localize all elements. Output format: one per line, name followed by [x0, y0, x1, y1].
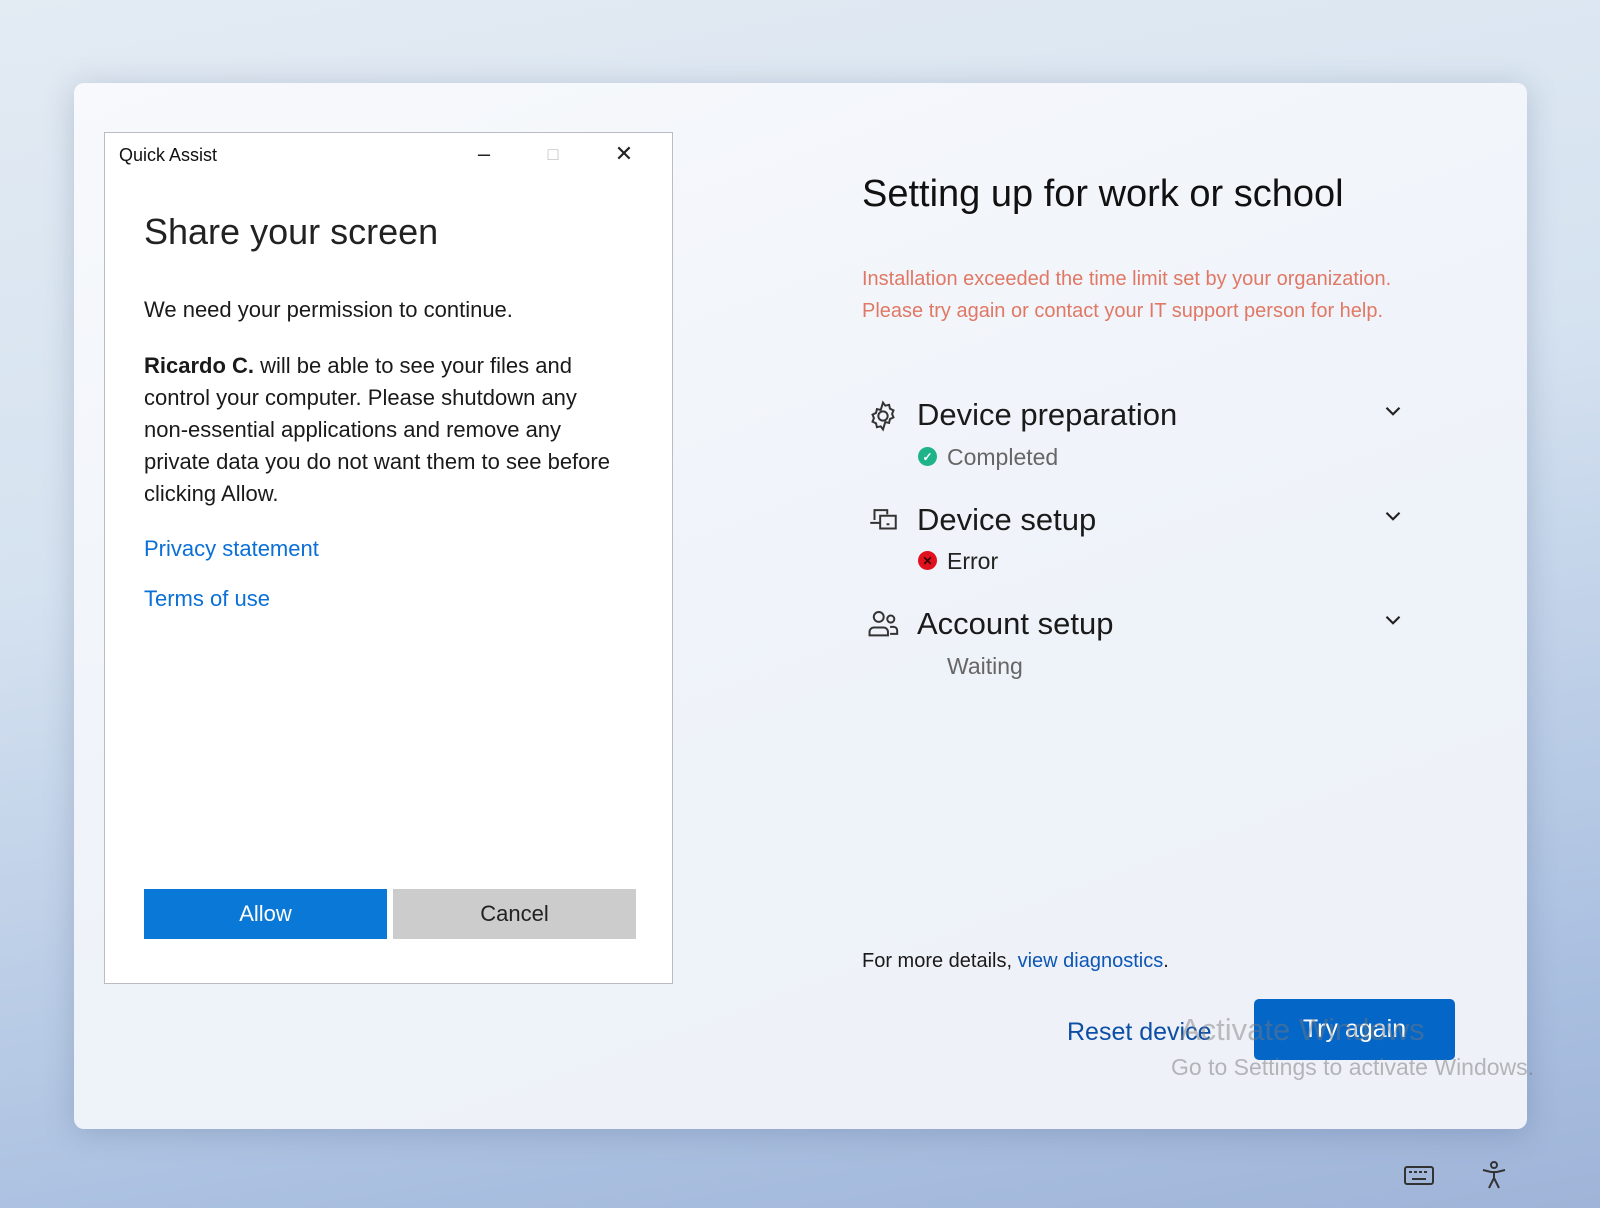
chevron-down-icon[interactable] — [1380, 607, 1406, 633]
people-icon — [868, 610, 899, 637]
step-status-error: Error — [947, 548, 999, 574]
chevron-down-icon[interactable] — [1380, 503, 1406, 529]
step-status-completed: Completed — [947, 444, 1059, 470]
terms-of-use-link[interactable]: Terms of use — [144, 586, 270, 612]
step-device-setup: Device setup — [917, 502, 1097, 537]
details-text: For more details, view diagnostics. — [862, 950, 1169, 973]
gear-icon — [871, 400, 895, 432]
accessibility-icon[interactable] — [1477, 1160, 1511, 1190]
privacy-statement-link[interactable]: Privacy statement — [144, 536, 319, 562]
maximize-button: □ — [547, 143, 559, 164]
error-icon: ✕ — [918, 551, 937, 570]
devices-icon — [870, 509, 897, 530]
close-button[interactable]: ✕ — [601, 139, 647, 169]
check-icon: ✓ — [918, 447, 937, 466]
details-suffix: . — [1163, 950, 1169, 972]
quick-assist-window: Quick Assist – □ ✕ Share your screen We … — [104, 132, 673, 984]
dialog-heading: Share your screen — [144, 211, 439, 252]
permission-text: We need your permission to continue. — [144, 297, 513, 322]
chevron-down-icon[interactable] — [1380, 398, 1406, 424]
allow-button[interactable]: Allow — [144, 889, 387, 939]
step-status-waiting: Waiting — [947, 653, 1023, 679]
view-diagnostics-link[interactable]: view diagnostics — [1018, 950, 1164, 972]
details-prefix: For more details, — [862, 950, 1018, 972]
page-title: Setting up for work or school — [862, 173, 1344, 215]
window-title: Quick Assist — [119, 145, 218, 165]
keyboard-icon[interactable] — [1402, 1160, 1436, 1190]
body-text: Ricardo C. will be able to see your file… — [144, 350, 624, 510]
activation-watermark-title: Activate Windows — [1180, 1012, 1425, 1047]
error-message-line2: Please try again or contact your IT supp… — [862, 300, 1384, 322]
error-message-line1: Installation exceeded the time limit set… — [862, 268, 1392, 290]
minimize-button[interactable]: – — [461, 139, 507, 169]
helper-name: Ricardo C. — [144, 353, 255, 378]
step-device-preparation: Device preparation — [917, 397, 1178, 432]
cancel-button[interactable]: Cancel — [393, 889, 636, 939]
activation-watermark-subtitle: Go to Settings to activate Windows. — [1171, 1054, 1535, 1080]
step-account-setup: Account setup — [917, 606, 1114, 641]
